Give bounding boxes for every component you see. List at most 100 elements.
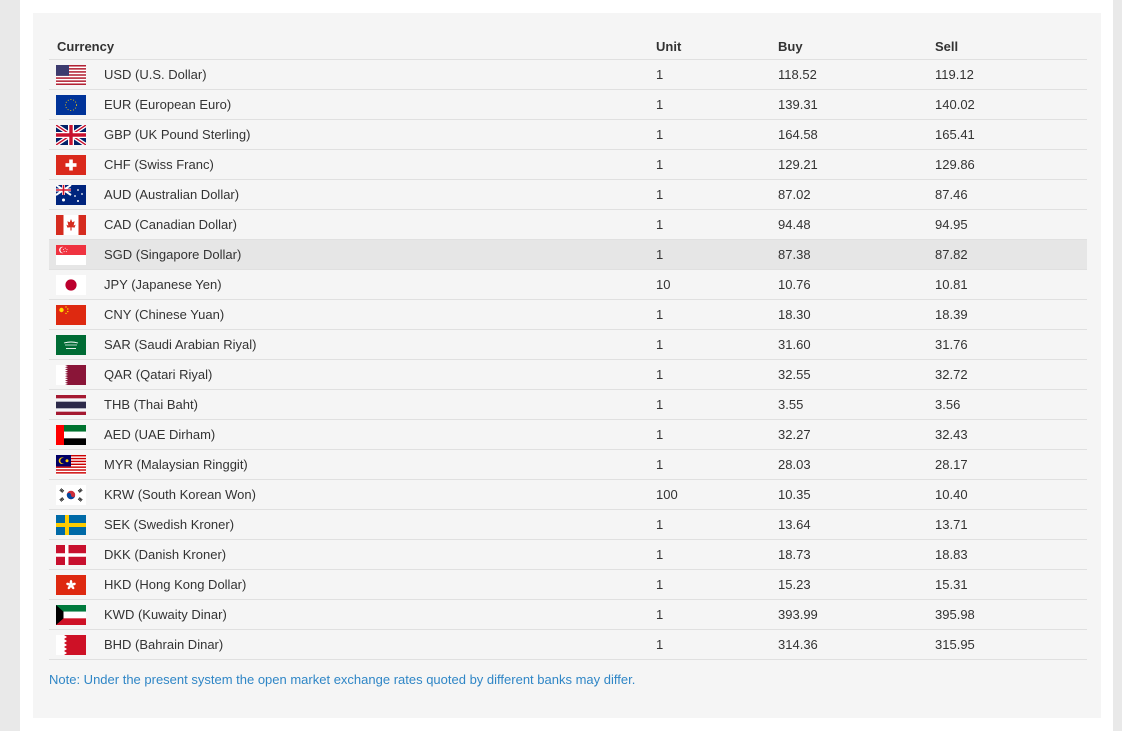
unit-value: 1 — [656, 59, 779, 90]
canada-flag-icon — [56, 214, 86, 235]
unit-value: 1 — [656, 299, 779, 330]
unit-value: 1 — [656, 89, 779, 120]
table-row: SAR (Saudi Arabian Riyal) 1 31.60 31.76 — [49, 329, 1088, 360]
japan-flag-icon — [56, 274, 86, 295]
table-header-row: Currency Unit Buy Sell — [49, 33, 1088, 60]
page-container: Currency Unit Buy Sell USD (U.S. Dollar)… — [20, 0, 1113, 731]
currency-name: SAR (Saudi Arabian Riyal) — [104, 329, 657, 360]
buy-rate: 87.02 — [778, 179, 936, 210]
buy-rate: 32.27 — [778, 419, 936, 450]
thailand-flag-icon — [56, 394, 86, 415]
currency-name: SGD (Singapore Dollar) — [104, 239, 657, 270]
sell-rate: 140.02 — [935, 89, 1088, 120]
currency-name: CHF (Swiss Franc) — [104, 149, 657, 180]
sell-rate: 119.12 — [935, 59, 1088, 90]
unit-value: 1 — [656, 359, 779, 390]
disclaimer-note: Note: Under the present system the open … — [49, 672, 636, 687]
denmark-flag-icon — [56, 544, 86, 565]
table-row: BHD (Bahrain Dinar) 1 314.36 315.95 — [49, 629, 1088, 660]
unit-value: 10 — [656, 269, 779, 300]
table-row: CNY (Chinese Yuan) 1 18.30 18.39 — [49, 299, 1088, 330]
flag-cell — [49, 119, 104, 150]
buy-rate: 10.76 — [778, 269, 936, 300]
currency-name: BHD (Bahrain Dinar) — [104, 629, 657, 660]
sell-rate: 165.41 — [935, 119, 1088, 150]
table-row: AED (UAE Dirham) 1 32.27 32.43 — [49, 419, 1088, 450]
table-row: EUR (European Euro) 1 139.31 140.02 — [49, 89, 1088, 120]
flag-cell — [49, 239, 104, 270]
currency-name: DKK (Danish Kroner) — [104, 539, 657, 570]
unit-value: 1 — [656, 629, 779, 660]
sell-rate: 18.83 — [935, 539, 1088, 570]
sell-rate: 32.72 — [935, 359, 1088, 390]
buy-rate: 164.58 — [778, 119, 936, 150]
unit-value: 1 — [656, 569, 779, 600]
flag-cell — [49, 359, 104, 390]
buy-rate: 393.99 — [778, 599, 936, 630]
currency-name: KRW (South Korean Won) — [104, 479, 657, 510]
kuwait-flag-icon — [56, 604, 86, 625]
eu-flag-icon — [56, 94, 86, 115]
table-row: CAD (Canadian Dollar) 1 94.48 94.95 — [49, 209, 1088, 240]
buy-rate: 314.36 — [778, 629, 936, 660]
australia-flag-icon — [56, 184, 86, 205]
sell-rate: 87.46 — [935, 179, 1088, 210]
flag-cell — [49, 149, 104, 180]
flag-cell — [49, 209, 104, 240]
china-flag-icon — [56, 304, 86, 325]
currency-column-header: Currency — [49, 33, 657, 60]
sell-column-header: Sell — [935, 33, 1088, 60]
unit-column-header: Unit — [656, 33, 779, 60]
unit-value: 1 — [656, 119, 779, 150]
unit-value: 1 — [656, 389, 779, 420]
table-row: DKK (Danish Kroner) 1 18.73 18.83 — [49, 539, 1088, 570]
table-row: SGD (Singapore Dollar) 1 87.38 87.82 — [49, 239, 1088, 270]
exchange-rates-panel: Currency Unit Buy Sell USD (U.S. Dollar)… — [33, 13, 1101, 718]
sell-rate: 395.98 — [935, 599, 1088, 630]
unit-value: 1 — [656, 149, 779, 180]
flag-cell — [49, 569, 104, 600]
currency-name: JPY (Japanese Yen) — [104, 269, 657, 300]
flag-cell — [49, 509, 104, 540]
currency-name: AUD (Australian Dollar) — [104, 179, 657, 210]
uk-flag-icon — [56, 124, 86, 145]
sell-rate: 18.39 — [935, 299, 1088, 330]
sell-rate: 94.95 — [935, 209, 1088, 240]
sell-rate: 28.17 — [935, 449, 1088, 480]
qatar-flag-icon — [56, 364, 86, 385]
singapore-flag-icon — [56, 244, 86, 265]
unit-value: 1 — [656, 599, 779, 630]
table-row: AUD (Australian Dollar) 1 87.02 87.46 — [49, 179, 1088, 210]
table-row: GBP (UK Pound Sterling) 1 164.58 165.41 — [49, 119, 1088, 150]
currency-name: THB (Thai Baht) — [104, 389, 657, 420]
flag-cell — [49, 299, 104, 330]
currency-name: QAR (Qatari Riyal) — [104, 359, 657, 390]
buy-rate: 31.60 — [778, 329, 936, 360]
sell-rate: 32.43 — [935, 419, 1088, 450]
flag-cell — [49, 329, 104, 360]
table-row: HKD (Hong Kong Dollar) 1 15.23 15.31 — [49, 569, 1088, 600]
sell-rate: 87.82 — [935, 239, 1088, 270]
unit-value: 1 — [656, 449, 779, 480]
flag-cell — [49, 89, 104, 120]
flag-cell — [49, 419, 104, 450]
unit-value: 1 — [656, 179, 779, 210]
buy-column-header: Buy — [778, 33, 936, 60]
buy-rate: 118.52 — [778, 59, 936, 90]
currency-name: USD (U.S. Dollar) — [104, 59, 657, 90]
us-flag-icon — [56, 64, 86, 85]
sell-rate: 15.31 — [935, 569, 1088, 600]
currency-name: EUR (European Euro) — [104, 89, 657, 120]
buy-rate: 32.55 — [778, 359, 936, 390]
flag-cell — [49, 179, 104, 210]
currency-name: CNY (Chinese Yuan) — [104, 299, 657, 330]
flag-cell — [49, 389, 104, 420]
sell-rate: 315.95 — [935, 629, 1088, 660]
sell-rate: 10.81 — [935, 269, 1088, 300]
malaysia-flag-icon — [56, 454, 86, 475]
table-row: USD (U.S. Dollar) 1 118.52 119.12 — [49, 59, 1088, 90]
buy-rate: 87.38 — [778, 239, 936, 270]
swiss-flag-icon — [56, 154, 86, 175]
exchange-rates-table: Currency Unit Buy Sell USD (U.S. Dollar)… — [49, 33, 1088, 660]
sweden-flag-icon — [56, 514, 86, 535]
